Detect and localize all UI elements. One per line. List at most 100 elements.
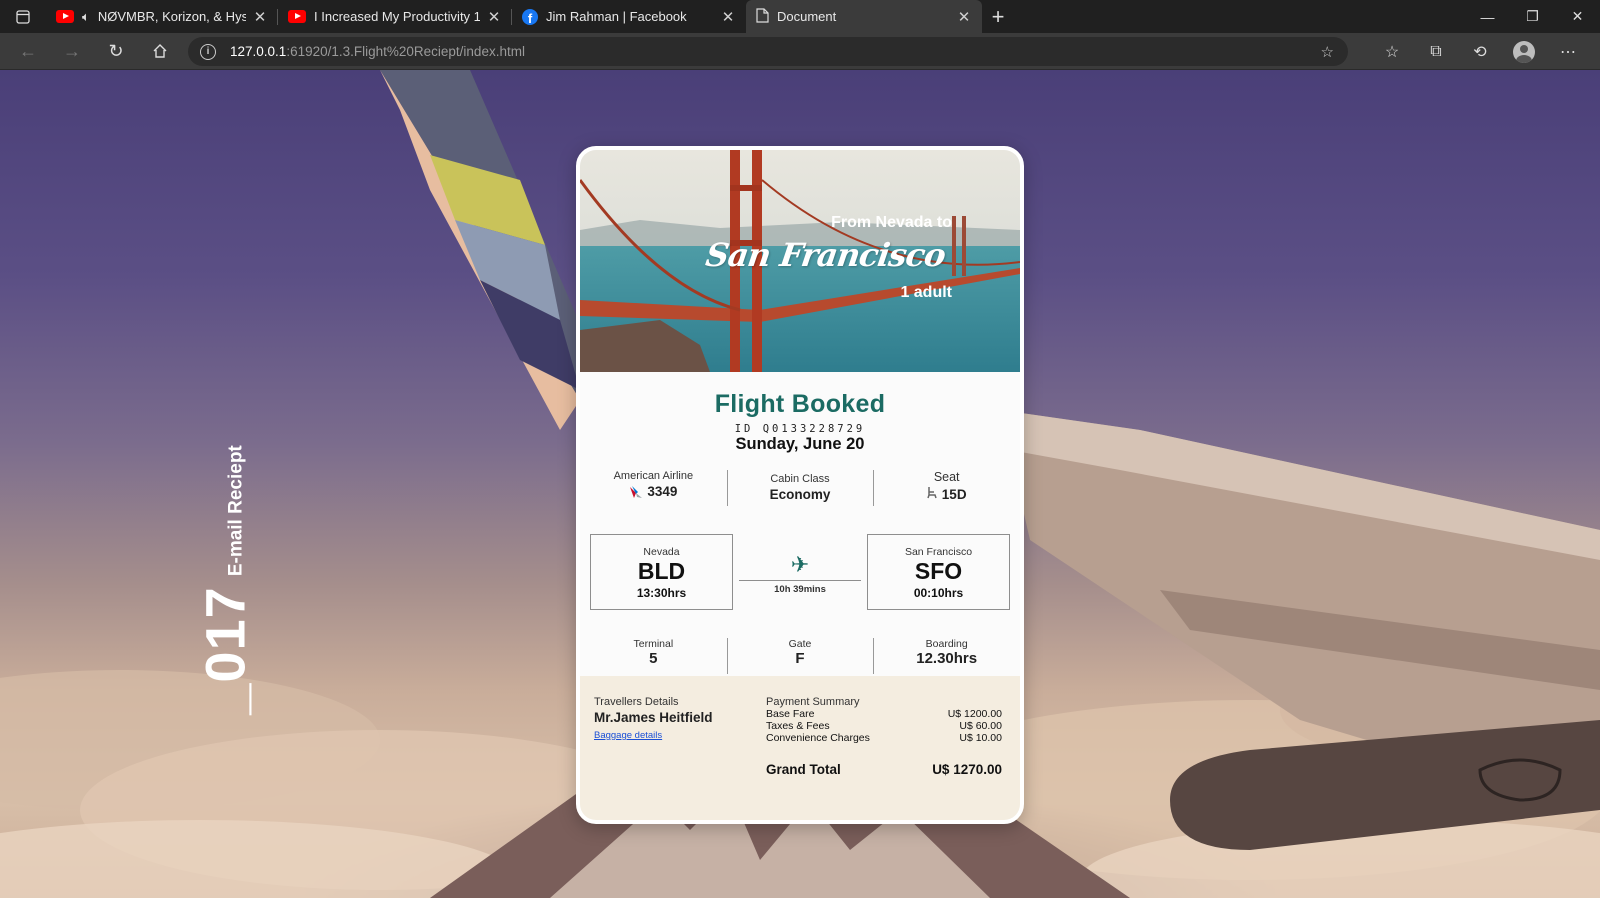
flight-receipt-card: From Nevada to San Francisco 1 adult Fli… — [576, 146, 1024, 824]
add-favorite-icon[interactable]: ☆ — [1321, 43, 1334, 61]
flight-number: 3349 — [647, 484, 678, 499]
receipt-number-label: _017 E-mail Reciept — [193, 445, 258, 715]
forward-icon[interactable]: → — [50, 33, 94, 70]
grand-total-label: Grand Total — [766, 762, 841, 777]
booking-id: ID Q0133228729 — [734, 423, 866, 435]
site-info-icon[interactable]: i — [200, 43, 216, 60]
baggage-details-link[interactable]: Baggage details — [594, 730, 662, 741]
gate-label: Gate — [788, 638, 812, 650]
hero-origin-text: From Nevada to — [831, 214, 952, 231]
address-bar: ← → ↻ i 127.0.0.1:61920/1.3.Flight%20Rec… — [0, 33, 1600, 70]
payment-amount: U$ 60.00 — [959, 720, 1002, 732]
flight-duration: 10h 39mins — [774, 584, 826, 595]
receipt-caption: E-mail Reciept — [225, 445, 246, 577]
home-icon[interactable] — [138, 33, 182, 70]
destination-hero: From Nevada to San Francisco 1 adult — [580, 150, 1020, 372]
gate-cell: Gate F — [726, 636, 874, 674]
departure-time: 13:30hrs — [636, 586, 687, 600]
close-window-icon[interactable]: ✕ — [1555, 0, 1600, 33]
cabin-cell: Cabin Class Economy — [726, 468, 874, 508]
tab-title: Document — [777, 9, 837, 24]
tab-2[interactable]: I Increased My Productivity 10x ✕ — [278, 0, 512, 33]
payment-label: Convenience Charges — [766, 732, 870, 744]
cabin-value: Economy — [769, 487, 831, 502]
youtube-icon — [56, 10, 74, 23]
route-section: Nevada BLD 13:30hrs ✈ 10h 39mins San Fra… — [590, 534, 1010, 610]
back-icon[interactable]: ← — [6, 33, 50, 70]
airline-label: American Airline — [613, 470, 694, 482]
booking-status: Flight Booked — [714, 390, 886, 418]
new-tab-icon[interactable]: + — [982, 4, 1014, 30]
cabin-label: Cabin Class — [770, 473, 830, 485]
facebook-icon: f — [522, 8, 538, 25]
history-icon[interactable]: ⟲ — [1458, 42, 1502, 62]
destination-airport-box: San Francisco SFO 00:10hrs — [867, 534, 1010, 610]
airplane-icon: ✈ — [790, 552, 810, 577]
flight-date: Sunday, June 20 — [735, 435, 865, 453]
tab-title: I Increased My Productivity 10x — [314, 9, 480, 24]
more-icon[interactable]: ⋯ — [1546, 42, 1590, 62]
close-tab-icon[interactable]: ✕ — [252, 8, 268, 26]
boarding-cell: Boarding 12.30hrs — [873, 636, 1020, 674]
collections-icon[interactable]: ⧉ — [1414, 43, 1458, 61]
url-path: :61920/1.3.Flight%20Reciept/index.html — [286, 44, 525, 59]
payment-label: Base Fare — [766, 708, 815, 720]
speaker-icon[interactable]: 🔈︎ — [82, 9, 90, 25]
right-wing-illustration — [1000, 410, 1600, 850]
payment-amount: U$ 1200.00 — [947, 708, 1002, 720]
payment-summary: Payment Summary Base Fare U$ 1200.00 Tax… — [766, 696, 1002, 777]
refresh-icon[interactable]: ↻ — [94, 33, 138, 70]
url-host: 127.0.0.1 — [230, 44, 287, 59]
favorites-icon[interactable]: ☆ — [1370, 42, 1414, 62]
terminal-cell: Terminal 5 — [580, 636, 727, 668]
american-airlines-logo-icon — [629, 485, 643, 499]
document-icon — [756, 7, 769, 26]
hero-destination-title: San Francisco — [703, 236, 948, 274]
left-wing-illustration — [380, 70, 600, 430]
youtube-icon — [288, 10, 306, 23]
destination-code: SFO — [914, 558, 963, 584]
window-controls: — ❐ ✕ — [1465, 0, 1600, 33]
boarding-value: 12.30hrs — [916, 650, 978, 667]
payment-amount: U$ 10.00 — [959, 732, 1002, 744]
seat-icon — [927, 486, 938, 502]
flight-path: ✈ 10h 39mins — [733, 534, 867, 610]
tab-actions-icon[interactable] — [0, 0, 46, 33]
arrival-time: 00:10hrs — [913, 586, 964, 600]
payment-heading: Payment Summary — [766, 696, 860, 708]
toolbar-icons: ☆ ⧉ ⟲ ⋯ — [1370, 33, 1590, 70]
payment-row: Convenience Charges U$ 10.00 — [766, 732, 1002, 744]
seat-value-row: 15D — [873, 486, 1020, 502]
tab-title: Jim Rahman | Facebook — [546, 9, 687, 24]
seat-label: Seat — [933, 470, 960, 484]
route-line — [739, 580, 861, 581]
tab-bar: 🔈︎ NØVMBR, Korizon, & Hysteria ✕ I Incre… — [0, 0, 1600, 33]
travellers-section: Travellers Details Mr.James Heitfield Ba… — [594, 696, 713, 743]
hero-passenger-count: 1 adult — [900, 284, 952, 301]
url-field[interactable]: i 127.0.0.1:61920/1.3.Flight%20Reciept/i… — [188, 37, 1348, 66]
origin-airport-box: Nevada BLD 13:30hrs — [590, 534, 733, 610]
restore-icon[interactable]: ❐ — [1510, 0, 1555, 33]
receipt-number: _017 — [193, 586, 257, 715]
payment-row: Taxes & Fees U$ 60.00 — [766, 720, 1002, 732]
airline-cell: American Airline 3349 — [580, 468, 727, 508]
close-tab-icon[interactable]: ✕ — [956, 8, 972, 26]
seat-cell: Seat 15D — [873, 468, 1020, 508]
boarding-label: Boarding — [925, 638, 968, 650]
grand-total-row: Grand Total U$ 1270.00 — [766, 762, 1002, 777]
tab-title: NØVMBR, Korizon, & Hysteria — [97, 9, 246, 24]
payment-label: Taxes & Fees — [766, 720, 830, 732]
profile-avatar[interactable] — [1513, 40, 1535, 63]
seat-value: 15D — [941, 486, 967, 502]
close-tab-icon[interactable]: ✕ — [486, 8, 502, 26]
origin-city: Nevada — [643, 546, 680, 558]
tab-3[interactable]: f Jim Rahman | Facebook ✕ — [512, 0, 746, 33]
close-tab-icon[interactable]: ✕ — [720, 8, 736, 26]
receipt-footer: Travellers Details Mr.James Heitfield Ba… — [580, 676, 1020, 820]
minimize-icon[interactable]: — — [1465, 0, 1510, 33]
tab-1[interactable]: 🔈︎ NØVMBR, Korizon, & Hysteria ✕ — [46, 0, 278, 33]
destination-city: San Francisco — [904, 546, 973, 558]
tab-4-active[interactable]: Document ✕ — [746, 0, 982, 33]
origin-code: BLD — [637, 558, 686, 584]
terminal-label: Terminal — [633, 638, 674, 650]
